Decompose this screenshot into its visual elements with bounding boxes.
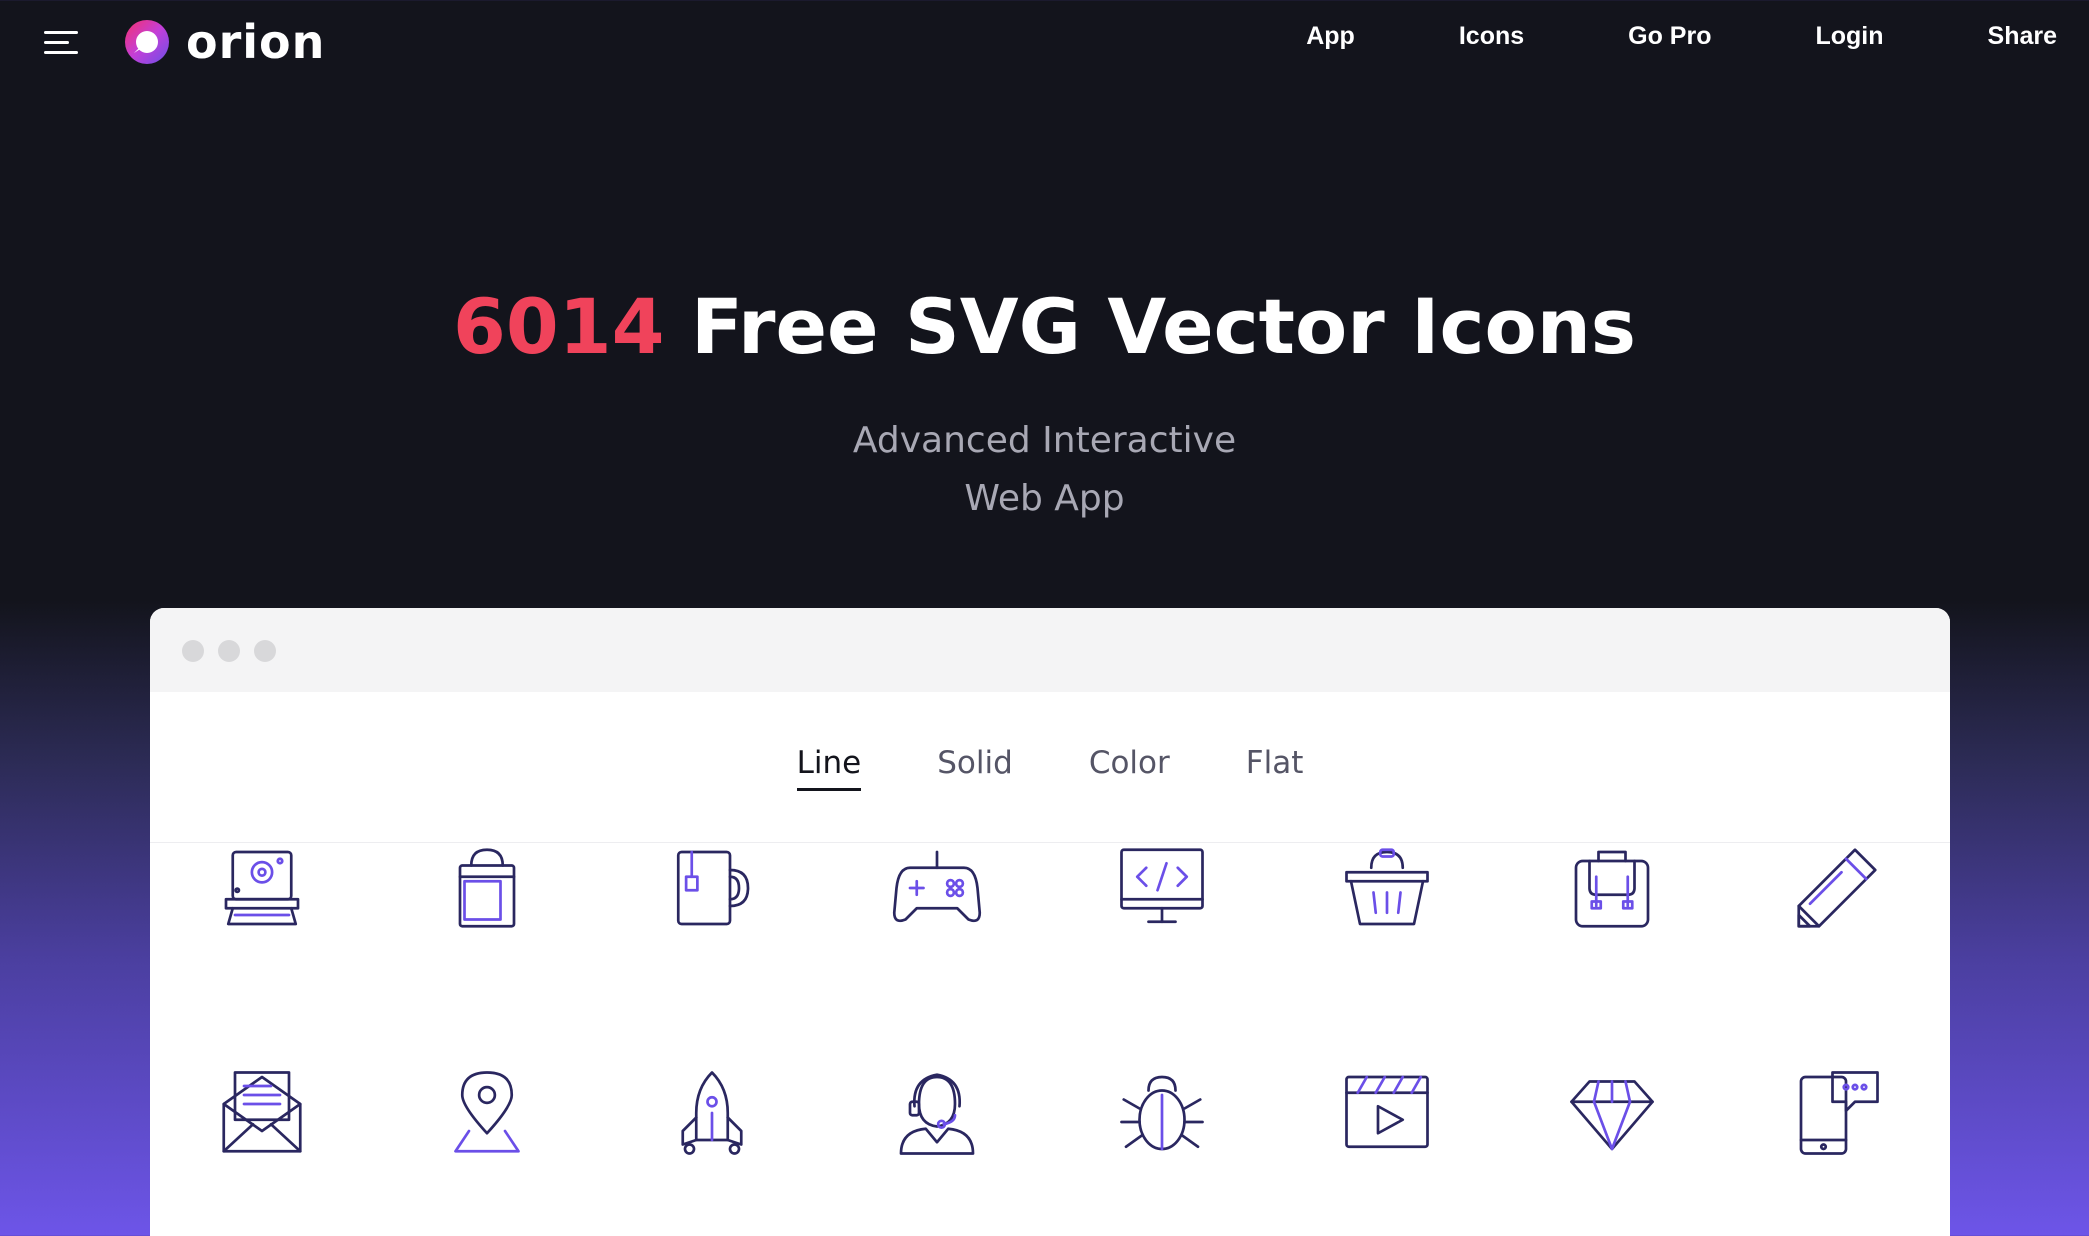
nav-go-pro[interactable]: Go Pro [1628, 22, 1711, 51]
diamond-icon[interactable] [1567, 1068, 1657, 1158]
basket-icon[interactable] [1342, 843, 1432, 933]
window-dot-maximize [254, 640, 276, 662]
nav-login[interactable]: Login [1815, 22, 1883, 51]
map-pin-icon[interactable] [442, 1068, 532, 1158]
hero-title-text: Free SVG Vector Icons [664, 282, 1637, 371]
tab-line[interactable]: Line [796, 745, 861, 791]
printer-icon[interactable] [217, 843, 307, 933]
window-titlebar [150, 608, 1950, 692]
rocket-icon[interactable] [667, 1068, 757, 1158]
window-dot-close [182, 640, 204, 662]
hero-subtitle-line2: Web App [964, 478, 1125, 519]
nav-app[interactable]: App [1306, 22, 1355, 51]
mail-open-icon[interactable] [217, 1068, 307, 1158]
nav-icons[interactable]: Icons [1459, 22, 1524, 51]
bug-icon[interactable] [1117, 1068, 1207, 1158]
tab-flat[interactable]: Flat [1246, 745, 1304, 789]
icon-count: 6014 [452, 282, 665, 371]
logo[interactable]: orion [122, 15, 326, 69]
pencil-icon[interactable] [1792, 843, 1882, 933]
hero-title: 6014 Free SVG Vector Icons [0, 282, 2089, 371]
app-preview-window: Line Solid Color Flat [150, 608, 1950, 1236]
nav-share[interactable]: Share [1988, 22, 2057, 51]
window-dot-minimize [218, 640, 240, 662]
hero-subtitle: Advanced Interactive Web App [0, 412, 2089, 528]
gamepad-icon[interactable] [892, 843, 982, 933]
support-agent-icon[interactable] [892, 1068, 982, 1158]
phone-chat-icon[interactable] [1792, 1068, 1882, 1158]
style-tabs: Line Solid Color Flat [150, 692, 1950, 843]
code-monitor-icon[interactable] [1117, 843, 1207, 933]
logo-text: orion [186, 15, 326, 69]
video-player-icon[interactable] [1342, 1068, 1432, 1158]
orion-logo-icon [125, 20, 169, 64]
menu-icon[interactable] [44, 30, 78, 56]
backpack-icon[interactable] [1567, 843, 1657, 933]
hero-subtitle-line1: Advanced Interactive [852, 420, 1237, 461]
tab-color[interactable]: Color [1089, 745, 1170, 789]
main-nav: App Icons Go Pro Login Share [1306, 22, 2057, 51]
tab-solid[interactable]: Solid [937, 745, 1013, 789]
top-navbar: orion App Icons Go Pro Login Share [0, 0, 2089, 85]
shopping-bag-icon[interactable] [442, 843, 532, 933]
mug-icon[interactable] [667, 843, 757, 933]
